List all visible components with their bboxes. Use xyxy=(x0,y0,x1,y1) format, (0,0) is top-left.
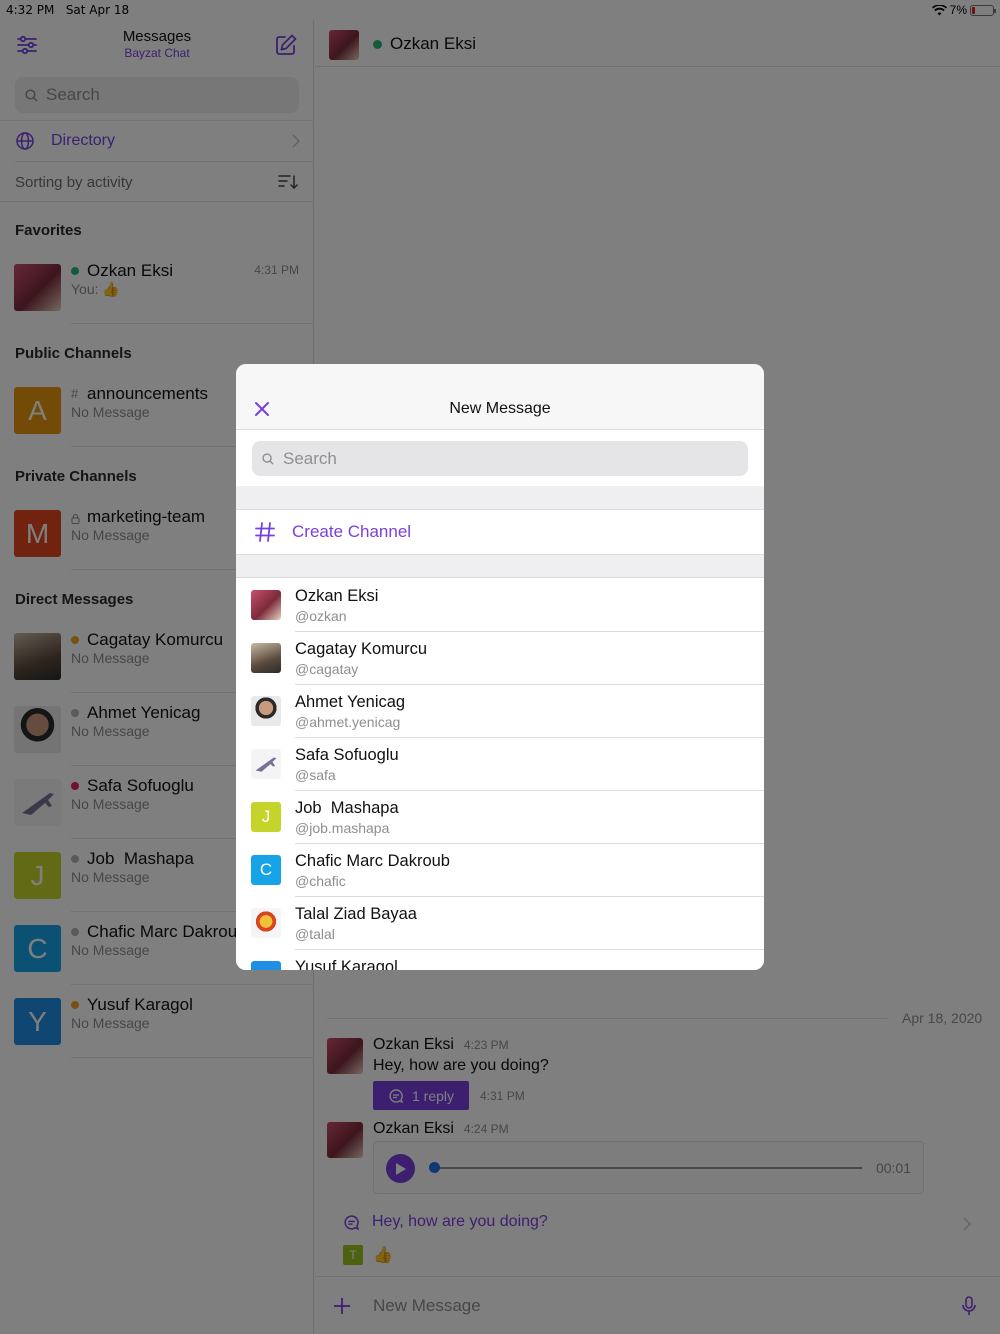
avatar-photo xyxy=(251,749,281,779)
user-row-yusuf[interactable]: Yusuf Karagol xyxy=(236,950,764,970)
user-name: Safa Sofuoglu xyxy=(295,746,399,764)
user-handle: @talal xyxy=(295,926,335,942)
user-row-cagatay[interactable]: Cagatay Komurcu @cagatay xyxy=(236,632,764,685)
avatar-initial: C xyxy=(251,855,281,885)
create-channel-label: Create Channel xyxy=(292,522,412,541)
avatar-photo xyxy=(251,643,281,673)
modal-title: New Message xyxy=(449,400,551,417)
create-channel-button[interactable]: Create Channel xyxy=(236,510,764,554)
jet-icon xyxy=(255,757,277,772)
user-handle: @ozkan xyxy=(295,608,347,624)
user-name: Talal Ziad Bayaa xyxy=(295,905,417,923)
user-handle: @ahmet.yenicag xyxy=(295,714,401,730)
avatar-photo xyxy=(251,590,281,620)
search-icon xyxy=(262,452,274,465)
modal-search-placeholder: Search xyxy=(283,448,337,468)
user-name: Chafic Marc Dakroub xyxy=(295,852,450,870)
modal-search-input[interactable]: Search xyxy=(252,441,748,476)
avatar-initial xyxy=(251,961,281,970)
hash-icon xyxy=(255,522,275,542)
user-name: Yusuf Karagol xyxy=(295,958,398,970)
user-name: Ozkan Eksi xyxy=(295,587,379,605)
section-gap xyxy=(236,486,764,510)
user-row-safa[interactable]: Safa Sofuoglu @safa xyxy=(236,738,764,791)
user-name: Ahmet Yenicag xyxy=(295,693,406,711)
avatar-initial: J xyxy=(251,802,281,832)
user-row-ozkan[interactable]: Ozkan Eksi @ozkan xyxy=(236,579,764,632)
user-row-ahmet[interactable]: Ahmet Yenicag @ahmet.yenicag xyxy=(236,685,764,738)
avatar-photo xyxy=(251,696,281,726)
user-row-talal[interactable]: Talal Ziad Bayaa @talal xyxy=(236,897,764,950)
user-row-job[interactable]: J Job Mashapa @job.mashapa xyxy=(236,791,764,844)
user-row-chafic[interactable]: C Chafic Marc Dakroub @chafic xyxy=(236,844,764,897)
modal-header: New Message xyxy=(236,364,764,430)
user-name: Job Mashapa xyxy=(295,799,399,817)
user-handle: @chafic xyxy=(295,873,346,889)
user-handle: @job.mashapa xyxy=(295,820,390,836)
new-message-modal: New Message Search Create Channel Ozkan … xyxy=(236,364,764,970)
user-handle: @cagatay xyxy=(295,661,359,677)
section-gap xyxy=(236,554,764,578)
avatar-photo xyxy=(251,908,281,938)
user-name: Cagatay Komurcu xyxy=(295,640,428,658)
modal-search-wrapper: Search xyxy=(236,430,764,486)
user-handle: @safa xyxy=(295,767,336,783)
